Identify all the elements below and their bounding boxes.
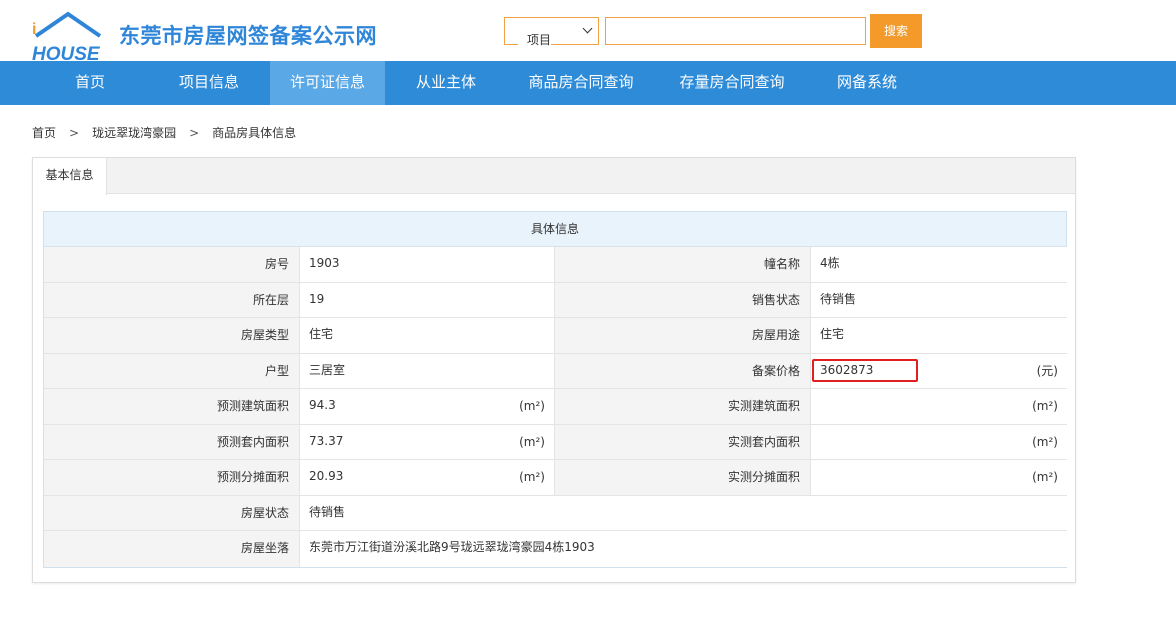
nav-item-home[interactable]: 首页 xyxy=(50,61,130,105)
field-label: 预测建筑面积 xyxy=(44,389,300,424)
field-label: 房屋类型 xyxy=(44,318,300,353)
field-value-text: 4栋 xyxy=(820,256,840,270)
table-row: 房屋类型 住宅 房屋用途 住宅 xyxy=(44,318,1067,354)
field-label: 所在层 xyxy=(44,282,300,317)
field-value-text: 94.3 xyxy=(309,398,336,412)
field-value: 4栋 xyxy=(811,247,1067,282)
detail-table: 具体信息 房号 1903 幢名称 4栋 所在层 19 销售状态 待销售 房屋类型… xyxy=(43,211,1067,568)
field-unit: (m²) xyxy=(519,470,545,484)
field-value-text: 住宅 xyxy=(309,327,334,341)
field-value-text: 20.93 xyxy=(309,469,344,483)
search-input[interactable] xyxy=(605,17,866,45)
field-unit: (元) xyxy=(1036,363,1058,378)
field-label: 实测分摊面积 xyxy=(555,460,811,495)
field-value: 住宅 xyxy=(300,318,555,353)
nav-item-projects[interactable]: 项目信息 xyxy=(156,61,262,105)
logo-text: HOUSE xyxy=(32,44,101,62)
field-label: 户型 xyxy=(44,353,300,388)
field-value-text: 19 xyxy=(309,291,325,306)
field-label: 房屋状态 xyxy=(44,495,300,530)
table-row: 预测建筑面积 94.3 (m²) 实测建筑面积 (m²) xyxy=(44,389,1067,425)
field-value: 待销售 xyxy=(811,282,1067,317)
info-panel: 基本信息 具体信息 房号 1903 幢名称 4栋 所在层 19 销售状态 待销售… xyxy=(32,157,1076,583)
field-value: 94.3 (m²) xyxy=(300,389,555,424)
search-button[interactable]: 搜索 xyxy=(870,14,922,48)
field-label: 预测分摊面积 xyxy=(44,460,300,495)
field-value-text: 三居室 xyxy=(309,362,346,377)
field-value: 三居室 xyxy=(300,353,555,388)
table-row: 房屋状态 待销售 xyxy=(44,495,1067,531)
field-label: 房屋坐落 xyxy=(44,531,300,567)
field-label: 销售状态 xyxy=(555,282,811,317)
field-unit: (m²) xyxy=(1032,470,1058,484)
field-unit: (m²) xyxy=(1032,399,1058,413)
field-label: 房屋用途 xyxy=(555,318,811,353)
field-value: 19 xyxy=(300,282,555,317)
nav-item-new-contracts[interactable]: 商品房合同查询 xyxy=(514,61,648,105)
table-title: 具体信息 xyxy=(44,212,1066,247)
field-value-text: 待销售 xyxy=(820,291,857,306)
table-row: 房号 1903 幢名称 4栋 xyxy=(44,247,1067,283)
field-value: (m²) xyxy=(811,389,1067,424)
nav-item-resale-contracts[interactable]: 存量房合同查询 xyxy=(665,61,799,105)
breadcrumb: 首页 > 珑远翠珑湾豪园 > 商品房具体信息 xyxy=(32,124,296,141)
search-type-select[interactable]: 项目 xyxy=(504,17,599,57)
field-value: 东莞市万江街道汾溪北路9号珑远翠珑湾豪园4栋1903 xyxy=(300,531,1067,567)
price-highlight-box xyxy=(812,358,918,382)
site-header: i HOUSE 东莞市房屋网签备案公示网 项目 搜索 xyxy=(0,0,1176,65)
table-row: 房屋坐落 东莞市万江街道汾溪北路9号珑远翠珑湾豪园4栋1903 xyxy=(44,531,1067,567)
field-unit: (m²) xyxy=(1032,434,1058,449)
field-label: 房号 xyxy=(44,247,300,282)
chevron-down-icon xyxy=(582,23,593,34)
field-value-text: 住宅 xyxy=(820,327,845,341)
field-value: 3602873 (元) xyxy=(811,353,1067,388)
field-value: (m²) xyxy=(811,460,1067,495)
site-title: 东莞市房屋网签备案公示网 xyxy=(119,24,377,48)
field-value: 20.93 (m²) xyxy=(300,460,555,495)
table-row: 所在层 19 销售状态 待销售 xyxy=(44,282,1067,318)
breadcrumb-project[interactable]: 珑远翠珑湾豪园 xyxy=(92,124,176,141)
table-row: 预测套内面积 73.37 (m²) 实测套内面积 (m²) xyxy=(44,424,1067,460)
breadcrumb-home[interactable]: 首页 xyxy=(32,124,56,141)
field-value-text: 1903 xyxy=(309,256,340,270)
main-nav: 首页 项目信息 许可证信息 从业主体 商品房合同查询 存量房合同查询 网备系统 xyxy=(0,61,1176,105)
field-value: 1903 xyxy=(300,247,555,282)
field-unit: (m²) xyxy=(519,399,545,413)
breadcrumb-current: 商品房具体信息 xyxy=(212,126,297,140)
nav-item-permits[interactable]: 许可证信息 xyxy=(270,61,385,105)
field-value-text: 73.37 xyxy=(309,433,344,448)
field-value: 73.37 (m²) xyxy=(300,424,555,459)
tab-bar: 基本信息 xyxy=(33,158,1075,195)
table-row: 户型 三居室 备案价格 3602873 (元) xyxy=(44,353,1067,389)
tab-basic-info[interactable]: 基本信息 xyxy=(33,158,107,195)
site-logo[interactable]: i HOUSE xyxy=(30,10,106,65)
field-label: 预测套内面积 xyxy=(44,424,300,459)
breadcrumb-separator: > xyxy=(69,126,80,140)
field-unit: (m²) xyxy=(519,434,545,449)
field-label: 备案价格 xyxy=(555,353,811,388)
search-type-value: 项目 xyxy=(518,24,552,57)
field-label: 幢名称 xyxy=(555,247,811,282)
nav-item-registration-system[interactable]: 网备系统 xyxy=(822,61,912,105)
field-label: 实测建筑面积 xyxy=(555,389,811,424)
table-row: 预测分摊面积 20.93 (m²) 实测分摊面积 (m²) xyxy=(44,460,1067,496)
field-value: 待销售 xyxy=(300,495,1067,530)
breadcrumb-separator: > xyxy=(189,126,200,140)
field-value: 住宅 xyxy=(811,318,1067,353)
field-label: 实测套内面积 xyxy=(555,424,811,459)
field-value: (m²) xyxy=(811,424,1067,459)
nav-item-practitioners[interactable]: 从业主体 xyxy=(398,61,494,105)
